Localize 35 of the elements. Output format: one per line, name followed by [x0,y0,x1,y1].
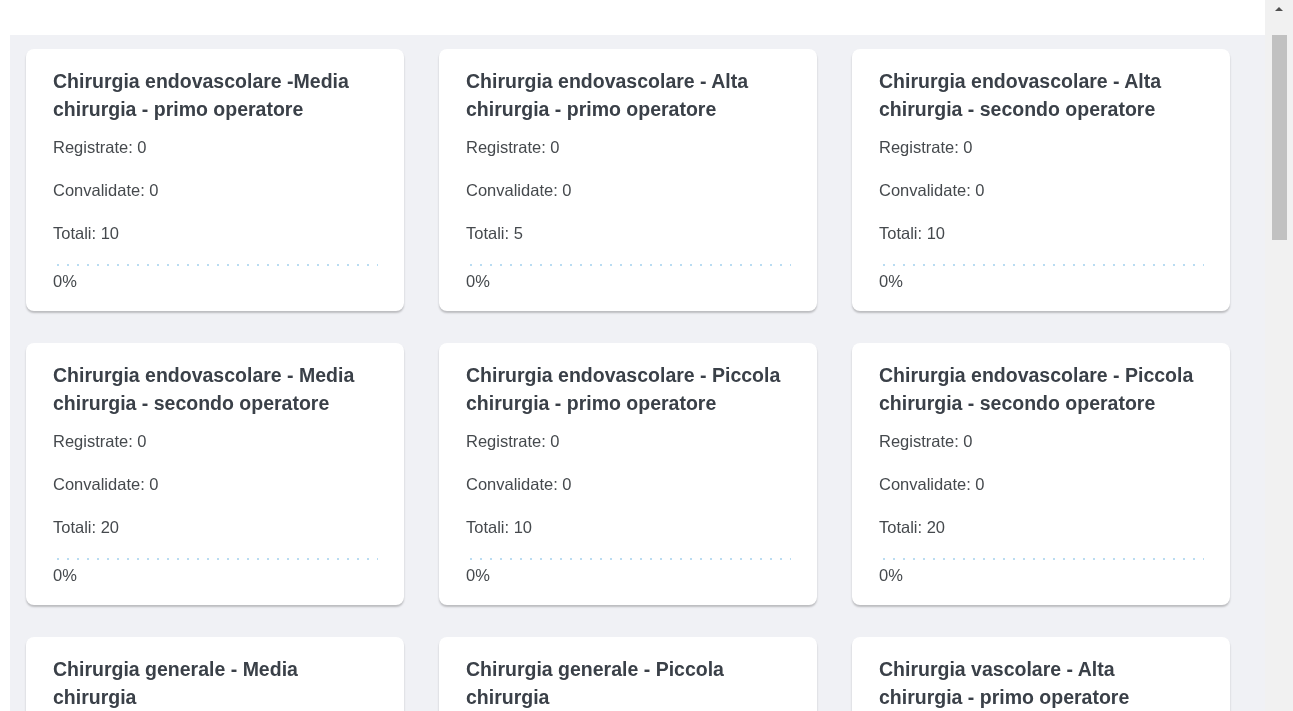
validated-count: Convalidate: 0 [466,180,573,201]
progress-percent: 0% [879,271,904,291]
card-title: Chirurgia vascolare - Alta chirurgia - primo operatore [879,657,1131,710]
registered-count: Registrate: 0 [53,431,148,452]
registered-count: Registrate: 0 [879,431,974,452]
card-title: Chirurgia endovascolare - Media chirurgia - secondo operatore [53,363,356,416]
validated-count: Convalidate: 0 [53,474,160,495]
progress-percent: 0% [53,565,78,585]
progress-percent: 0% [879,565,904,585]
registered-count: Registrate: 0 [466,137,561,158]
card-title: Chirurgia endovascolare - Piccola chirurgia - primo operatore [466,363,782,416]
registered-count: Registrate: 0 [879,137,974,158]
card-title: Chirurgia endovascolare - Piccola chirurgia - secondo operatore [879,363,1195,416]
card-title: Chirurgia endovascolare - Alta chirurgia - secondo operatore [879,69,1163,122]
total-count: Totali: 20 [879,517,947,538]
card-title: Chirurgia generale - Piccola chirurgia [466,657,725,710]
validated-count: Convalidate: 0 [879,474,986,495]
card-title: Chirurgia endovascolare -Media chirurgia - primo operatore [53,69,350,122]
scrollbar-thumb[interactable] [1271,35,1287,240]
scrollbar[interactable] [1265,0,1293,711]
validated-count: Convalidate: 0 [53,180,160,201]
progress-percent: 0% [53,271,78,291]
card-title: Chirurgia endovascolare - Alta chirurgia - primo operatore [466,69,750,122]
registered-count: Registrate: 0 [53,137,148,158]
total-count: Totali: 10 [879,223,947,244]
total-count: Totali: 20 [53,517,121,538]
registered-count: Registrate: 0 [466,431,561,452]
total-count: Totali: 5 [466,223,524,244]
validated-count: Convalidate: 0 [879,180,986,201]
validated-count: Convalidate: 0 [466,474,573,495]
card-title: Chirurgia generale - Media chirurgia [53,657,299,710]
progress-percent: 0% [466,565,491,585]
total-count: Totali: 10 [53,223,121,244]
total-count: Totali: 10 [466,517,534,538]
progress-percent: 0% [466,271,491,291]
